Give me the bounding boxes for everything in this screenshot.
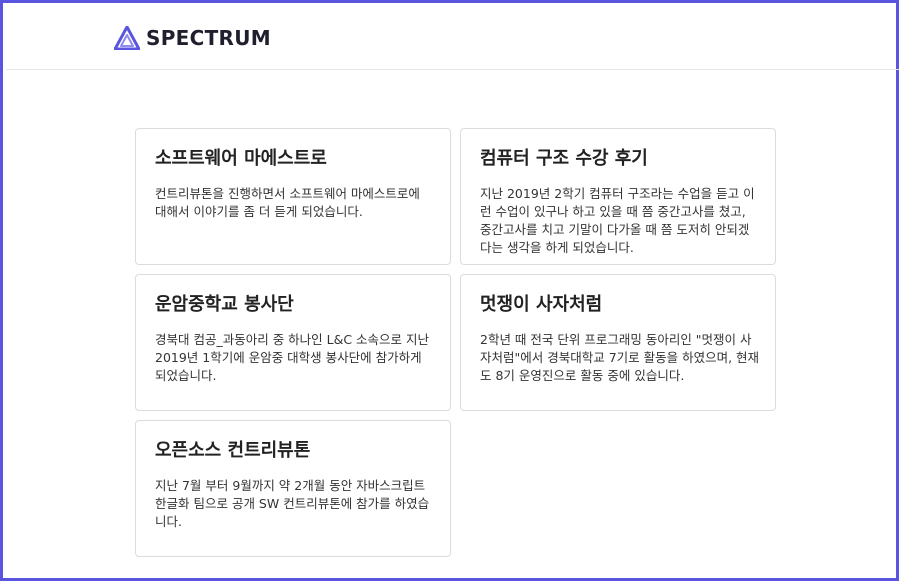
spectrum-logo-icon (114, 26, 140, 50)
post-card-title: 운암중학교 봉사단 (155, 294, 294, 315)
post-card-title: 멋쟁이 사자처럼 (480, 294, 603, 315)
post-card-description: 2학년 때 전국 단위 프로그래밍 동아리인 "멋쟁이 사자처럼"에서 경북대학… (480, 332, 760, 383)
post-card-title: 컴퓨터 구조 수강 후기 (480, 148, 648, 169)
post-card[interactable]: 컴퓨터 구조 수강 후기 지난 2019년 2학기 컴퓨터 구조라는 수업을 듣… (460, 128, 776, 265)
post-card[interactable]: 멋쟁이 사자처럼 2학년 때 전국 단위 프로그래밍 동아리인 "멋쟁이 사자처… (460, 274, 776, 411)
post-card-description: 지난 2019년 2학기 컴퓨터 구조라는 수업을 듣고 이런 수업이 있구나 … (480, 186, 755, 255)
post-card[interactable]: 소프트웨어 마에스트로 컨트리뷰톤을 진행하면서 소프트웨어 마에스트로에 대해… (135, 128, 451, 265)
post-card-description: 경북대 컴공_과동아리 중 하나인 L&C 소속으로 지난 2019년 1학기에… (155, 332, 430, 383)
post-card[interactable]: 운암중학교 봉사단 경북대 컴공_과동아리 중 하나인 L&C 소속으로 지난 … (135, 274, 451, 411)
post-card[interactable]: 오픈소스 컨트리뷰톤 지난 7월 부터 9월까지 약 2개월 동안 자바스크립트… (135, 420, 451, 557)
browser-frame: SPECTRUM 소프트웨어 마에스트로 컨트리뷰톤을 진행하면서 소프트웨어 … (0, 0, 899, 581)
brand-home-link[interactable]: SPECTRUM (114, 22, 271, 54)
post-card-description: 지난 7월 부터 9월까지 약 2개월 동안 자바스크립트 한글화 팀으로 공개… (155, 478, 430, 529)
post-card-title: 오픈소스 컨트리뷰톤 (155, 440, 311, 461)
post-card-description: 컨트리뷰톤을 진행하면서 소프트웨어 마에스트로에 대해서 이야기를 좀 더 듣… (155, 186, 420, 219)
post-card-title: 소프트웨어 마에스트로 (155, 148, 327, 169)
brand-name: SPECTRUM (146, 26, 271, 50)
site-header: SPECTRUM (6, 6, 899, 70)
